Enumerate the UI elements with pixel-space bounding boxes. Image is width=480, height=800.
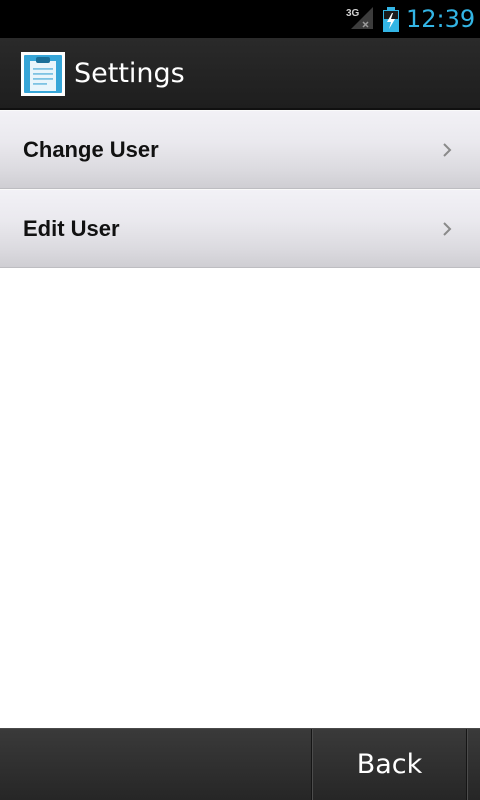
list-item-edit-user[interactable]: Edit User	[0, 189, 480, 268]
status-clock: 12:39	[406, 5, 476, 33]
settings-list: Change User Edit User	[0, 110, 480, 268]
network-type-label: 3G	[346, 8, 360, 19]
chevron-right-icon	[443, 143, 452, 157]
back-button[interactable]: Back	[313, 729, 466, 800]
page-title: Settings	[74, 58, 185, 89]
list-item-change-user[interactable]: Change User	[0, 110, 480, 189]
battery-charging-icon	[383, 7, 399, 32]
action-bar: Settings	[0, 38, 480, 110]
chevron-right-icon	[443, 222, 452, 236]
signal-3g-no-data-icon: 3G	[346, 7, 373, 29]
list-item-label: Edit User	[23, 216, 120, 241]
status-bar: 3G 12:39	[0, 0, 480, 38]
clipboard-icon[interactable]	[21, 52, 65, 96]
bottom-bar: Back	[0, 728, 480, 800]
divider	[467, 729, 468, 800]
list-item-label: Change User	[23, 137, 159, 162]
